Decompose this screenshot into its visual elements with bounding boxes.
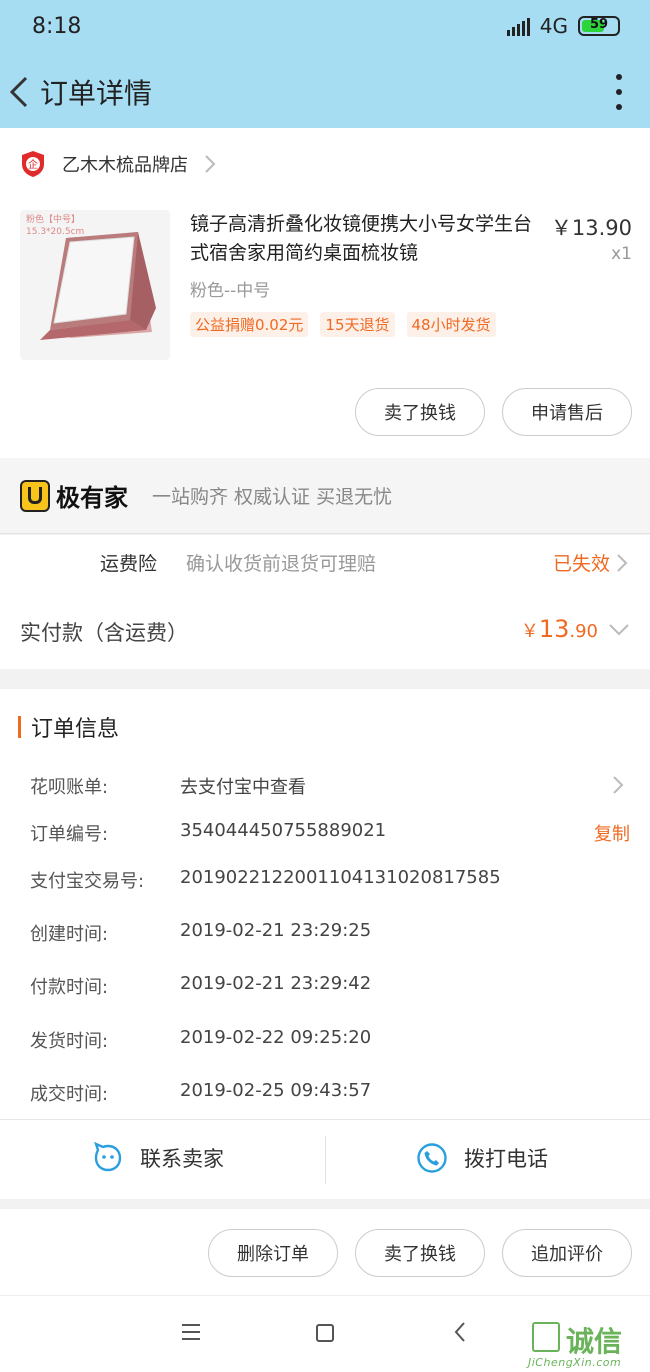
product-title[interactable]: 镜子高清折叠化妆镜便携大小号女学生台式宿舍家用简约桌面梳妆镜 — [190, 210, 540, 268]
phone-icon — [417, 1143, 447, 1173]
chevron-right-icon — [205, 155, 216, 173]
order-actions-bar: 删除订单 卖了换钱 追加评价 — [0, 1209, 650, 1295]
watermark-logo-icon — [532, 1322, 560, 1352]
more-menu-icon[interactable] — [614, 74, 624, 110]
shipping-insurance-row[interactable]: 运费险 确认收货前退货可理赔 已失效 — [0, 535, 650, 597]
insurance-label: 运费险 — [100, 553, 158, 575]
battery-icon: 59 — [578, 16, 620, 36]
chevron-down-icon[interactable] — [608, 623, 630, 637]
status-time: 8:18 — [32, 14, 82, 39]
nav-back-icon[interactable] — [452, 1320, 468, 1344]
jiyoujia-brand: 极有家 — [56, 484, 128, 512]
product-image[interactable]: 粉色【中号】 15.3*20.5cm — [20, 210, 170, 360]
tag-charity: 公益捐赠0.02元 — [190, 312, 309, 337]
sell-button-bottom[interactable]: 卖了换钱 — [355, 1229, 485, 1277]
watermark: 诚信 JiChengXin.com — [526, 1318, 644, 1372]
order-info-section: 订单信息 花呗账单: 去支付宝中查看 订单编号: 354044450755889… — [0, 689, 650, 1119]
copy-button[interactable]: 复制 — [594, 820, 630, 846]
tag-shipping: 48小时发货 — [406, 312, 496, 337]
product-quantity: x1 — [611, 244, 632, 264]
divider — [325, 1136, 326, 1184]
call-button[interactable]: 拨打电话 — [416, 1142, 548, 1174]
shop-logo-icon: 企 — [22, 151, 44, 177]
back-arrow-icon[interactable] — [6, 70, 42, 114]
created-time-row: 创建时间: 2019-02-21 23:29:25 — [30, 920, 372, 945]
product-tags: 公益捐赠0.02元 15天退货 48小时发货 — [190, 312, 496, 337]
chevron-right-icon — [617, 554, 628, 572]
shop-link[interactable]: 企 乙木木梳品牌店 — [20, 148, 216, 180]
watermark-url: JiChengXin.com — [528, 1356, 622, 1369]
shipped-time-row: 发货时间: 2019-02-22 09:25:20 — [30, 1027, 372, 1052]
add-review-button[interactable]: 追加评价 — [502, 1229, 632, 1277]
status-indicators: 4G 59 — [506, 14, 620, 38]
closed-time-row: 成交时间: 2019-02-25 09:43:57 — [30, 1080, 372, 1105]
sell-button[interactable]: 卖了换钱 — [355, 388, 485, 436]
insurance-status: 已失效 — [552, 553, 610, 575]
tag-return: 15天退货 — [320, 312, 395, 337]
contact-seller-button[interactable]: 联系卖家 — [92, 1142, 224, 1174]
paid-time-row: 付款时间: 2019-02-21 23:29:42 — [30, 973, 372, 998]
watermark-text: 诚信 — [566, 1325, 623, 1358]
order-item-card: 企 乙木木梳品牌店 粉色【中号】 15.3*20.5cm 镜子高清折叠化妆镜便携… — [0, 128, 650, 458]
huabei-row[interactable]: 花呗账单: 去支付宝中查看 — [0, 773, 650, 803]
product-price: ￥13.90 — [550, 216, 632, 240]
status-bar: 8:18 4G 59 — [0, 0, 650, 56]
product-image-tag: 粉色【中号】 15.3*20.5cm — [26, 215, 85, 237]
chevron-right-icon — [613, 776, 624, 794]
battery-level: 59 — [589, 17, 609, 32]
alipay-number-row: 支付宝交易号: 2019022122001104131020817585 — [30, 867, 501, 892]
home-icon[interactable] — [316, 1324, 334, 1342]
payment-row[interactable]: 实付款（含运费） ￥13.90 — [0, 597, 650, 669]
jiyoujia-slogan: 一站购齐 权威认证 买退无忧 — [152, 486, 393, 508]
delete-order-button[interactable]: 删除订单 — [208, 1229, 338, 1277]
chat-icon — [94, 1142, 122, 1172]
order-info-heading: 订单信息 — [18, 711, 119, 743]
contact-bar: 联系卖家 拨打电话 — [0, 1119, 650, 1199]
order-number-row: 订单编号: 354044450755889021 复制 — [30, 820, 630, 846]
network-type: 4G — [539, 14, 568, 38]
jiyoujia-logo: 极有家 — [20, 478, 128, 513]
insurance-desc: 确认收货前退货可理赔 — [186, 553, 377, 575]
svg-text:企: 企 — [28, 158, 38, 171]
jiyoujia-banner[interactable]: 极有家 一站购齐 权威认证 买退无忧 — [0, 458, 650, 534]
menu-icon[interactable] — [182, 1324, 200, 1340]
payment-amount: ￥13.90 — [520, 615, 598, 643]
payment-label: 实付款（含运费） — [20, 621, 188, 645]
title-bar: 订单详情 — [0, 56, 650, 128]
product-sku: 粉色--中号 — [190, 281, 271, 301]
signal-icon — [506, 16, 530, 36]
shop-name: 乙木木梳品牌店 — [62, 155, 188, 176]
after-sale-button[interactable]: 申请售后 — [502, 388, 632, 436]
jiyoujia-icon — [20, 479, 50, 512]
page-title: 订单详情 — [40, 77, 153, 110]
